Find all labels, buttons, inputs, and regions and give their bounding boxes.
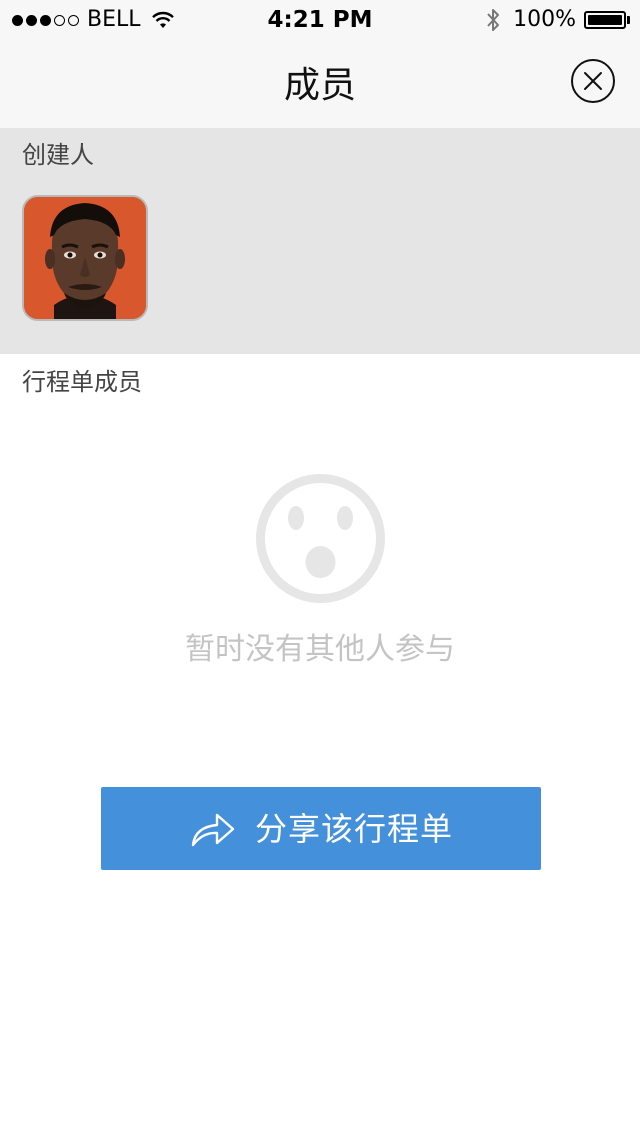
battery-icon (584, 11, 630, 29)
page-title: 成员 (283, 65, 356, 106)
close-icon[interactable] (570, 58, 616, 104)
battery-body (584, 11, 626, 29)
surprised-face-icon (256, 474, 385, 603)
battery-fill (588, 15, 622, 25)
creator-label: 创建人 (22, 141, 94, 169)
navigation-bar: 成员 (0, 40, 640, 128)
status-bar: BELL 4:21 PM 100% (0, 0, 640, 40)
avatar-portrait (24, 197, 146, 319)
share-button-label: 分享该行程单 (254, 809, 453, 848)
battery-percent: 100% (513, 7, 576, 32)
creator-avatar[interactable] (22, 195, 148, 321)
share-itinerary-button[interactable]: 分享该行程单 (101, 787, 541, 870)
share-arrow-icon (191, 813, 235, 846)
bluetooth-icon (487, 9, 500, 31)
status-right: 100% (485, 6, 630, 34)
members-label: 行程单成员 (22, 368, 142, 396)
battery-tip (627, 16, 630, 24)
creator-section: 创建人 (0, 128, 640, 354)
empty-state-text: 暂时没有其他人参与 (185, 632, 455, 667)
